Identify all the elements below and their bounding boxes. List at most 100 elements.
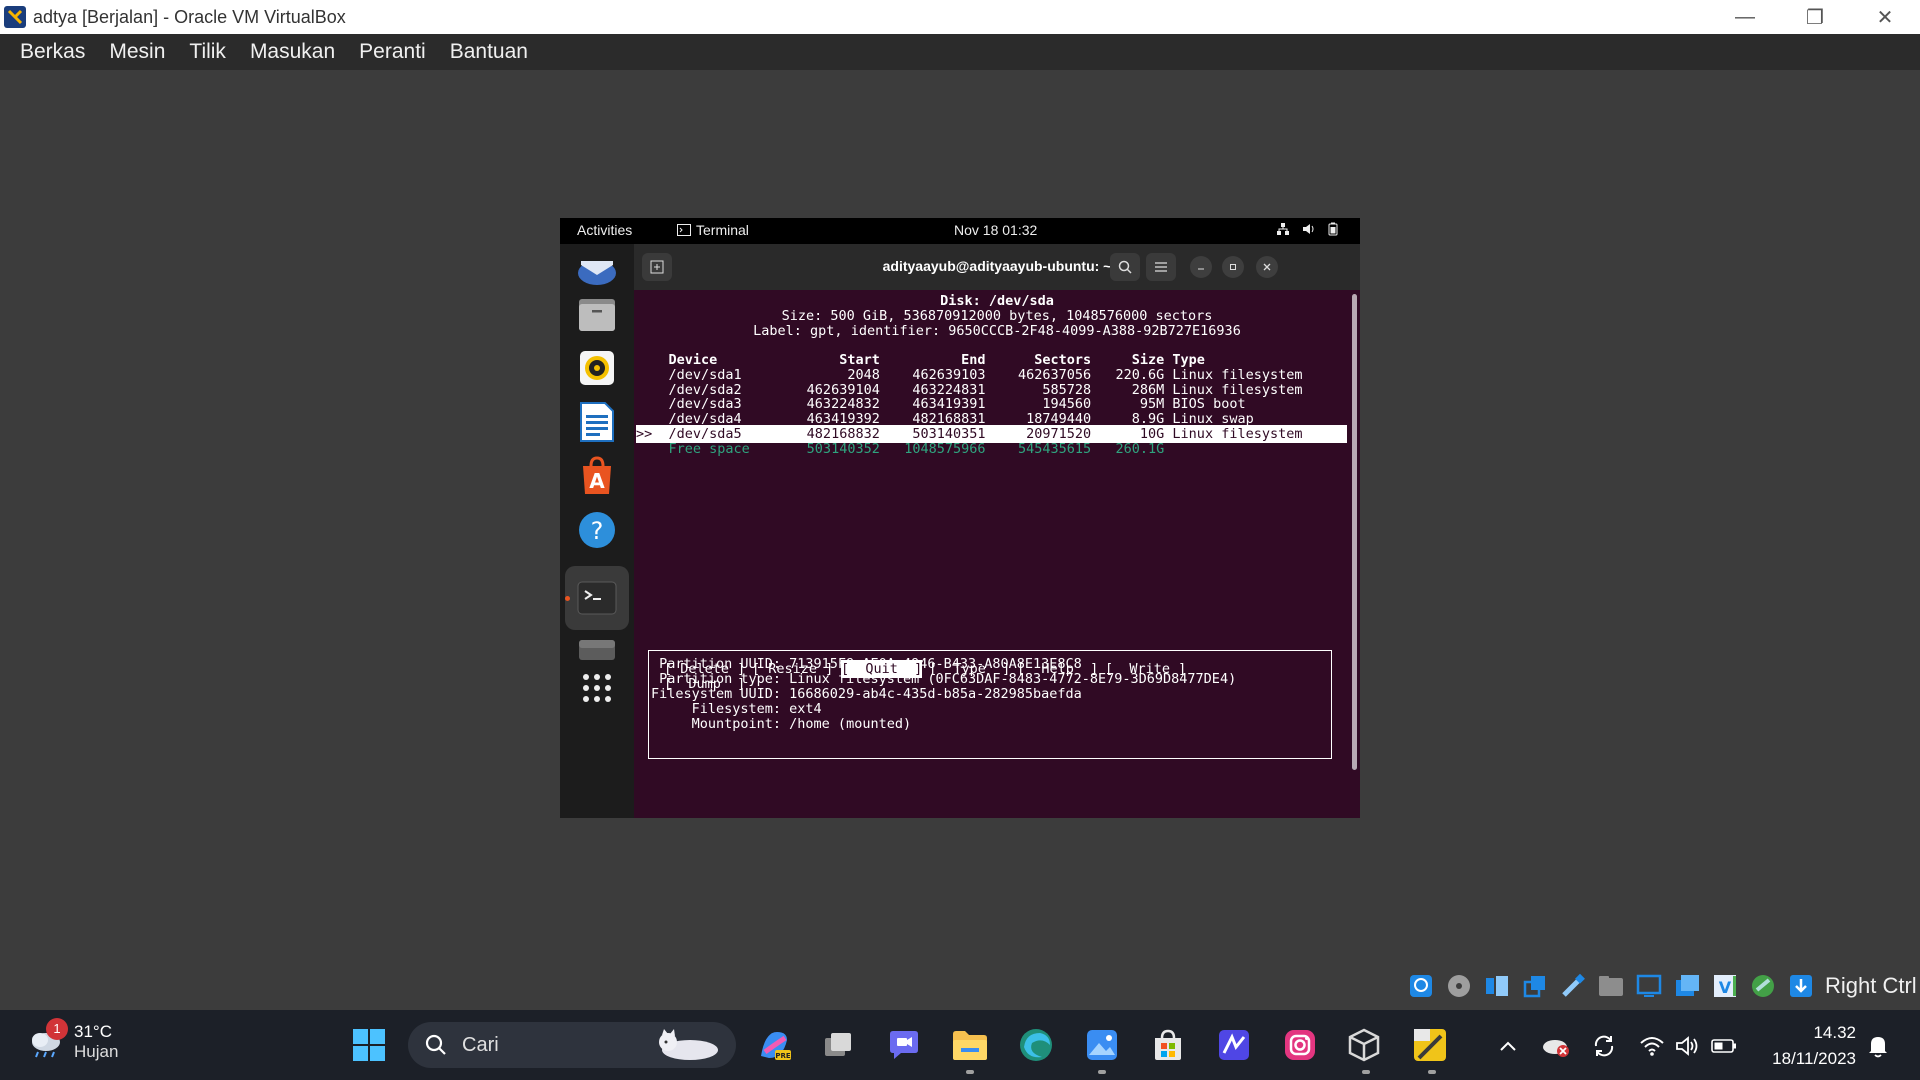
help-icon[interactable]: ?: [573, 506, 621, 554]
usb-status-icon[interactable]: [1557, 970, 1589, 1002]
write-button[interactable]: [ Write ]: [1105, 660, 1186, 678]
file-explorer-icon[interactable]: [948, 1023, 992, 1067]
network-icon: [1277, 223, 1289, 235]
optical-drive-icon[interactable]: [1443, 970, 1475, 1002]
menu-peranti[interactable]: Peranti: [347, 40, 438, 64]
restore-button[interactable]: ❐: [1780, 0, 1850, 34]
clock-time: 14.32: [1813, 1023, 1856, 1042]
files-icon[interactable]: [573, 290, 621, 338]
app-center-icon[interactable]: A: [573, 452, 621, 500]
audio-status-icon[interactable]: [1481, 970, 1513, 1002]
close-icon: [1263, 263, 1271, 271]
sync-icon[interactable]: [1586, 1028, 1622, 1064]
menu-berkas[interactable]: Berkas: [8, 40, 97, 64]
terminal-headerbar: adityaayub@adityaayub-ubuntu: ~: [634, 244, 1360, 290]
hamburger-menu-button[interactable]: [1146, 253, 1176, 281]
minimize-icon: [1198, 268, 1204, 270]
notification-bell-icon[interactable]: [1860, 1028, 1896, 1064]
menu-tilik[interactable]: Tilik: [177, 40, 238, 64]
svg-text:V: V: [1719, 978, 1732, 997]
minimize-button[interactable]: —: [1710, 0, 1780, 34]
terminal-minimize-button[interactable]: [1190, 256, 1212, 278]
search-button[interactable]: [1110, 253, 1140, 281]
system-clock[interactable]: 14.32 18/11/2023: [1772, 1020, 1856, 1072]
battery-icon: [1328, 222, 1338, 236]
running-indicator: [565, 596, 570, 601]
svg-text:A: A: [589, 469, 605, 493]
network-status-icon[interactable]: [1519, 970, 1551, 1002]
app-menu-label: Terminal: [696, 222, 749, 238]
host-titlebar: adtya [Berjalan] - Oracle VM VirtualBox …: [0, 0, 1920, 34]
search-box[interactable]: Cari: [408, 1022, 736, 1068]
clock-date: 18/11/2023: [1772, 1049, 1856, 1068]
windows-taskbar: 1 31°C Hujan Cari PRE 14.32 18/11/2023: [0, 1010, 1920, 1080]
copilot-icon[interactable]: PRE: [752, 1023, 796, 1067]
app-menu[interactable]: Terminal: [677, 222, 749, 238]
keyboard-capture-icon[interactable]: [1785, 970, 1817, 1002]
virtualbox-icon: [4, 6, 26, 28]
quit-button[interactable]: [ Quit ]: [841, 660, 923, 678]
disk-label-line: Label: gpt, identifier: 9650CCCB-2F48-40…: [753, 323, 1241, 339]
hard-disk-status-icon[interactable]: [1405, 970, 1437, 1002]
chat-icon[interactable]: [882, 1023, 926, 1067]
cfdisk-screen[interactable]: Disk: /dev/sda Size: 500 GiB, 5368709120…: [634, 290, 1360, 818]
menu-bantuan[interactable]: Bantuan: [438, 40, 540, 64]
task-view-icon[interactable]: [816, 1023, 860, 1067]
recording-status-icon[interactable]: [1671, 970, 1703, 1002]
terminal-maximize-button[interactable]: [1222, 256, 1244, 278]
menu-mesin[interactable]: Mesin: [97, 40, 177, 64]
terminal-icon[interactable]: [573, 574, 621, 622]
start-button[interactable]: [347, 1023, 391, 1067]
host-window-title: adtya [Berjalan] - Oracle VM VirtualBox: [33, 6, 346, 27]
display-status-icon[interactable]: [1633, 970, 1665, 1002]
vbox-status-bar: V Right Ctrl: [1405, 966, 1917, 1006]
virtualbox-vm-icon[interactable]: [1408, 1023, 1452, 1067]
maximize-icon: [1230, 264, 1236, 270]
svg-text:?: ?: [591, 517, 604, 545]
search-placeholder: Cari: [462, 1033, 499, 1056]
search-icon: [425, 1034, 446, 1055]
menu-masukan[interactable]: Masukan: [238, 40, 347, 64]
writer-icon[interactable]: [573, 398, 621, 446]
terminal-window[interactable]: adityaayub@adityaayub-ubuntu: ~ Disk: /d…: [634, 244, 1360, 818]
free-space-row[interactable]: Free space 503140352 1048575966 54543561…: [636, 440, 1165, 458]
running-indicator: [966, 1070, 974, 1074]
onedrive-error-icon[interactable]: [1538, 1028, 1574, 1064]
terminal-title: adityaayub@adityaayub-ubuntu: ~: [882, 258, 1112, 274]
info-mountpoint: Mountpoint: /home (mounted): [651, 716, 912, 732]
weather-widget[interactable]: 1 31°C Hujan: [26, 1018, 118, 1062]
terminal-close-button[interactable]: [1256, 256, 1278, 278]
running-indicator: [1428, 1070, 1436, 1074]
photos-icon[interactable]: [1080, 1023, 1124, 1067]
virtualbox-taskbar-icon[interactable]: [1342, 1023, 1386, 1067]
dump-button[interactable]: [ Dump ]: [664, 675, 745, 693]
show-hidden-icons-chevron-icon[interactable]: [1490, 1028, 1526, 1064]
shared-folders-icon[interactable]: [1595, 970, 1627, 1002]
running-indicator: [1098, 1070, 1106, 1074]
terminal-scrollbar[interactable]: [1352, 294, 1357, 770]
guest-clock[interactable]: Nov 18 01:32: [954, 222, 1037, 238]
microsoft-store-icon[interactable]: [1146, 1023, 1190, 1067]
instagram-icon[interactable]: [1278, 1023, 1322, 1067]
resize-button[interactable]: [ Resize ]: [752, 660, 833, 678]
guest-screen[interactable]: Activities Terminal Nov 18 01:32 A ? adi…: [560, 218, 1360, 818]
weather-temp: 31°C: [74, 1022, 112, 1041]
mouse-integration-icon[interactable]: [1747, 970, 1779, 1002]
thunderbird-icon[interactable]: [573, 246, 621, 294]
math-app-icon[interactable]: [1212, 1023, 1256, 1067]
wifi-icon[interactable]: [1634, 1028, 1670, 1064]
ubuntu-dock: A ?: [560, 244, 634, 818]
system-status-area[interactable]: [1276, 222, 1338, 236]
edge-icon[interactable]: [1014, 1023, 1058, 1067]
activities-button[interactable]: Activities: [577, 222, 632, 238]
help-button[interactable]: [ Help ]: [1017, 660, 1098, 678]
close-button[interactable]: ✕: [1850, 0, 1920, 34]
search-icon: [1118, 260, 1132, 274]
volume-icon[interactable]: [1670, 1028, 1706, 1064]
virtualization-status-icon[interactable]: V: [1709, 970, 1741, 1002]
battery-icon[interactable]: [1706, 1028, 1742, 1064]
rhythmbox-icon[interactable]: [573, 344, 621, 392]
type-button[interactable]: [ Type ]: [929, 660, 1010, 678]
search-highlight-image: [659, 1029, 718, 1060]
app-grid-icon[interactable]: [573, 664, 621, 712]
